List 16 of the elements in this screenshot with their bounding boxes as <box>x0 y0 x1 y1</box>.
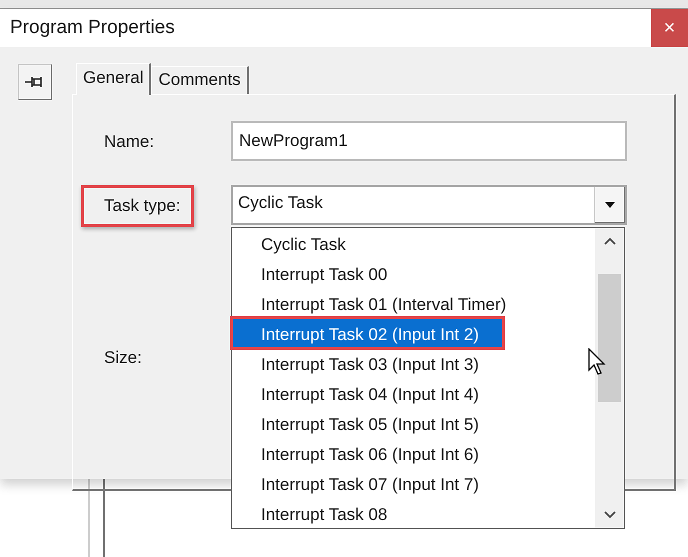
dropdown-option[interactable]: Interrupt Task 02 (Input Int 2) <box>232 318 503 348</box>
selected-value: Cyclic Task <box>237 192 324 214</box>
name-field[interactable]: NewProgram1 <box>231 121 627 161</box>
window-title: Program Properties <box>10 17 175 39</box>
task-type-label: Task type: <box>81 185 194 227</box>
cursor-icon <box>588 348 608 376</box>
pin-button[interactable] <box>18 64 52 100</box>
chevron-up-icon <box>604 237 616 245</box>
scrollbar-thumb[interactable] <box>598 274 621 402</box>
size-label: Size: <box>103 347 143 369</box>
tab[interactable]: General <box>76 63 152 95</box>
chevron-down-icon <box>604 511 616 519</box>
caret-icon <box>605 202 615 208</box>
close-button[interactable]: × <box>651 9 688 47</box>
name-label: Name: <box>103 131 156 153</box>
tab[interactable]: Comments <box>151 66 249 94</box>
